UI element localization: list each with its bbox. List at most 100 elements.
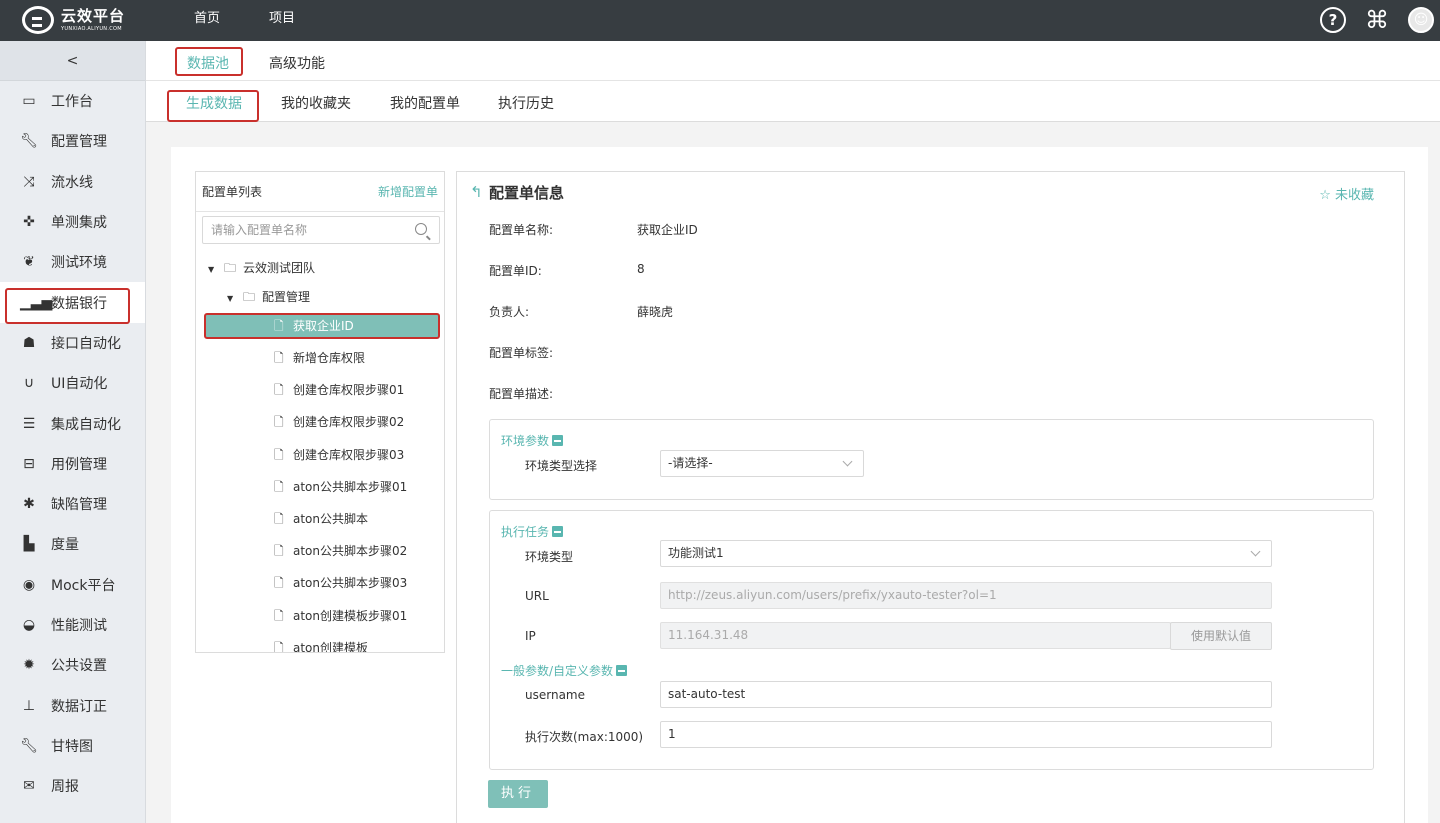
sidebar-item-integration[interactable]: ☰ 集成自动化 xyxy=(0,403,145,443)
tree-item[interactable]: 🗋︎ 创建仓库权限步骤01 xyxy=(274,378,404,402)
sidebar-item-cases[interactable]: ⊟ 用例管理 xyxy=(0,444,145,484)
bug-icon: ✱ xyxy=(23,496,35,513)
logo-icon xyxy=(22,6,54,34)
file-icon: 🗋︎ xyxy=(274,351,284,365)
sidebar-item-settings[interactable]: ✹ 公共设置 xyxy=(0,645,145,685)
info-value: 薛晓虎 xyxy=(637,305,674,319)
url-label: URL xyxy=(525,589,549,603)
file-icon: 🗋︎ xyxy=(274,480,284,494)
crosshair-icon: ✜ xyxy=(23,214,35,231)
collapse-icon[interactable] xyxy=(552,526,564,537)
secondary-tabs: 生成数据 我的收藏夹 我的配置单 执行历史 xyxy=(146,81,1440,122)
use-default-button[interactable]: 使用默认值 xyxy=(1170,622,1272,650)
leaf-icon: ❦ xyxy=(23,254,35,271)
caret-down-icon[interactable]: ▼ xyxy=(227,287,243,311)
info-value: 获取企业ID xyxy=(637,223,698,237)
inbox-icon: ⊟ xyxy=(23,455,35,472)
folder-icon: 🗀︎ xyxy=(224,261,237,275)
execute-button[interactable]: 执行 xyxy=(488,780,548,808)
command-icon[interactable]: ⌘ xyxy=(1364,6,1390,34)
task-group: 执行任务 环境类型 功能测试1 URL http://zeus.aliyun.c… xyxy=(489,510,1374,770)
shuffle-icon: ⤨ xyxy=(23,173,35,190)
wrench-icon: 🔧︎ xyxy=(20,737,38,754)
config-search-input[interactable]: 请输入配置单名称 xyxy=(202,216,440,244)
tree-item[interactable]: 🗋︎ 创建仓库权限步骤02 xyxy=(274,410,404,434)
url-field: http://zeus.aliyun.com/users/prefix/yxau… xyxy=(660,582,1272,609)
sidebar-item-gantt[interactable]: 🔧︎ 甘特图 xyxy=(0,726,145,766)
tab-history[interactable]: 执行历史 xyxy=(498,93,554,113)
config-list-panel: 配置单列表 新增配置单 请输入配置单名称 ▼ 🗀︎ 云效测试团队 ▼ 🗀︎ 配置管理 🗋… xyxy=(195,171,445,653)
sidebar-item-data-fix[interactable]: ⊥ 数据订正 xyxy=(0,685,145,725)
primary-tabs: 数据池 高级功能 xyxy=(146,41,1440,81)
tree-folder[interactable]: ▼ 🗀︎ 配置管理 xyxy=(227,285,310,309)
sidebar-item-defects[interactable]: ✱ 缺陷管理 xyxy=(0,484,145,524)
env-type-select-label: 环境类型选择 xyxy=(525,459,598,473)
collapse-icon[interactable] xyxy=(616,665,628,676)
top-bar: 云效平台 YUNXIAO.ALIYUN.COM 首页 项目 ? ⌘ ☺ xyxy=(0,0,1440,41)
search-icon[interactable] xyxy=(415,223,427,235)
sidebar-item-unit-test[interactable]: ✜ 单测集成 xyxy=(0,202,145,242)
nav-home[interactable]: 首页 xyxy=(194,0,220,41)
tree-item[interactable]: 🗋︎ aton公共脚本步骤01 xyxy=(274,475,407,499)
help-icon[interactable]: ? xyxy=(1320,7,1346,33)
nav-projects[interactable]: 项目 xyxy=(269,0,295,41)
file-icon: 🗋︎ xyxy=(274,383,284,397)
tree-item[interactable]: 🗋︎ aton公共脚本步骤03 xyxy=(274,571,407,595)
sidebar-item-ui-automation[interactable]: ∪ UI自动化 xyxy=(0,363,145,403)
chevron-down-icon xyxy=(1250,546,1261,557)
favorite-toggle[interactable]: ☆ 未收藏 xyxy=(1319,184,1374,203)
sidebar-item-config[interactable]: 🔧︎ 配置管理 xyxy=(0,121,145,161)
logo-subtitle: YUNXIAO.ALIYUN.COM xyxy=(61,25,122,32)
back-arrow-icon[interactable]: ↰ xyxy=(470,183,483,201)
highlight-box xyxy=(5,288,130,324)
sidebar-item-performance[interactable]: ◒ 性能测试 xyxy=(0,605,145,645)
sidebar-item-weekly[interactable]: ✉ 周报 xyxy=(0,766,145,806)
avatar[interactable]: ☺ xyxy=(1408,7,1434,33)
sidebar-item-workbench[interactable]: ▭ 工作台 xyxy=(0,81,145,121)
sidebar-collapse-button[interactable]: < xyxy=(0,41,145,81)
file-icon: 🗋︎ xyxy=(274,576,284,590)
config-detail-panel: ↰ 配置单信息 ☆ 未收藏 配置单名称: 获取企业ID 配置单ID: 8 负责人… xyxy=(456,171,1405,823)
chevron-down-icon xyxy=(842,456,853,467)
tab-my-configs[interactable]: 我的配置单 xyxy=(390,93,460,113)
env-params-title: 环境参数 xyxy=(501,432,564,449)
target-icon: ◉ xyxy=(22,576,36,593)
tree-item[interactable]: 🗋︎ aton创建模板步骤01 xyxy=(274,604,407,628)
sidebar-item-metrics[interactable]: ▙ 度量 xyxy=(0,524,145,564)
env-type-select[interactable]: -请选择- xyxy=(660,450,864,477)
wrench-icon: 🔧︎ xyxy=(20,133,38,150)
tree-item[interactable]: 🗋︎ 新增仓库权限 xyxy=(274,346,365,370)
tree-item[interactable]: 🗋︎ aton创建模板 xyxy=(274,636,368,652)
logo[interactable]: 云效平台 YUNXIAO.ALIYUN.COM xyxy=(22,4,125,36)
username-input[interactable]: sat-auto-test xyxy=(660,681,1272,708)
envelope-icon: ✉ xyxy=(23,778,35,795)
sidebar-item-test-env[interactable]: ❦ 测试环境 xyxy=(0,242,145,282)
info-value: 8 xyxy=(637,262,645,276)
tab-favorites[interactable]: 我的收藏夹 xyxy=(281,93,351,113)
sidebar-item-pipeline[interactable]: ⤨ 流水线 xyxy=(0,162,145,202)
caret-down-icon[interactable]: ▼ xyxy=(208,258,224,282)
magnet-icon: ∪ xyxy=(23,375,35,392)
file-icon: 🗋︎ xyxy=(274,544,284,558)
sidebar-item-api-automation[interactable]: ☗ 接口自动化 xyxy=(0,323,145,363)
info-label: 配置单名称: xyxy=(489,223,554,237)
highlight-box xyxy=(167,90,259,122)
tree-item[interactable]: 🗋︎ aton公共脚本步骤02 xyxy=(274,539,407,563)
sidebar-item-mock[interactable]: ◉ Mock平台 xyxy=(0,565,145,605)
detail-title: 配置单信息 xyxy=(489,184,565,202)
exec-count-input[interactable]: 1 xyxy=(660,721,1272,748)
tree-item[interactable]: 🗋︎ 创建仓库权限步骤03 xyxy=(274,443,404,467)
logo-title: 云效平台 xyxy=(61,6,126,25)
info-label: 配置单标签: xyxy=(489,346,554,360)
collapse-icon[interactable] xyxy=(552,435,564,446)
env-type-dropdown[interactable]: 功能测试1 xyxy=(660,540,1272,567)
tree-item[interactable]: 🗋︎ aton公共脚本 xyxy=(274,507,368,531)
monitor-icon: ▭ xyxy=(22,93,36,110)
tab-advanced[interactable]: 高级功能 xyxy=(269,53,325,73)
tree-root[interactable]: ▼ 🗀︎ 云效测试团队 xyxy=(208,256,315,280)
exec-count-label: 执行次数(max:1000) xyxy=(525,730,644,744)
file-icon: 🗋︎ xyxy=(274,512,284,526)
add-config-link[interactable]: 新增配置单 xyxy=(378,183,438,200)
bar-chart-icon: ▙ xyxy=(23,536,35,553)
ip-label: IP xyxy=(525,629,536,643)
